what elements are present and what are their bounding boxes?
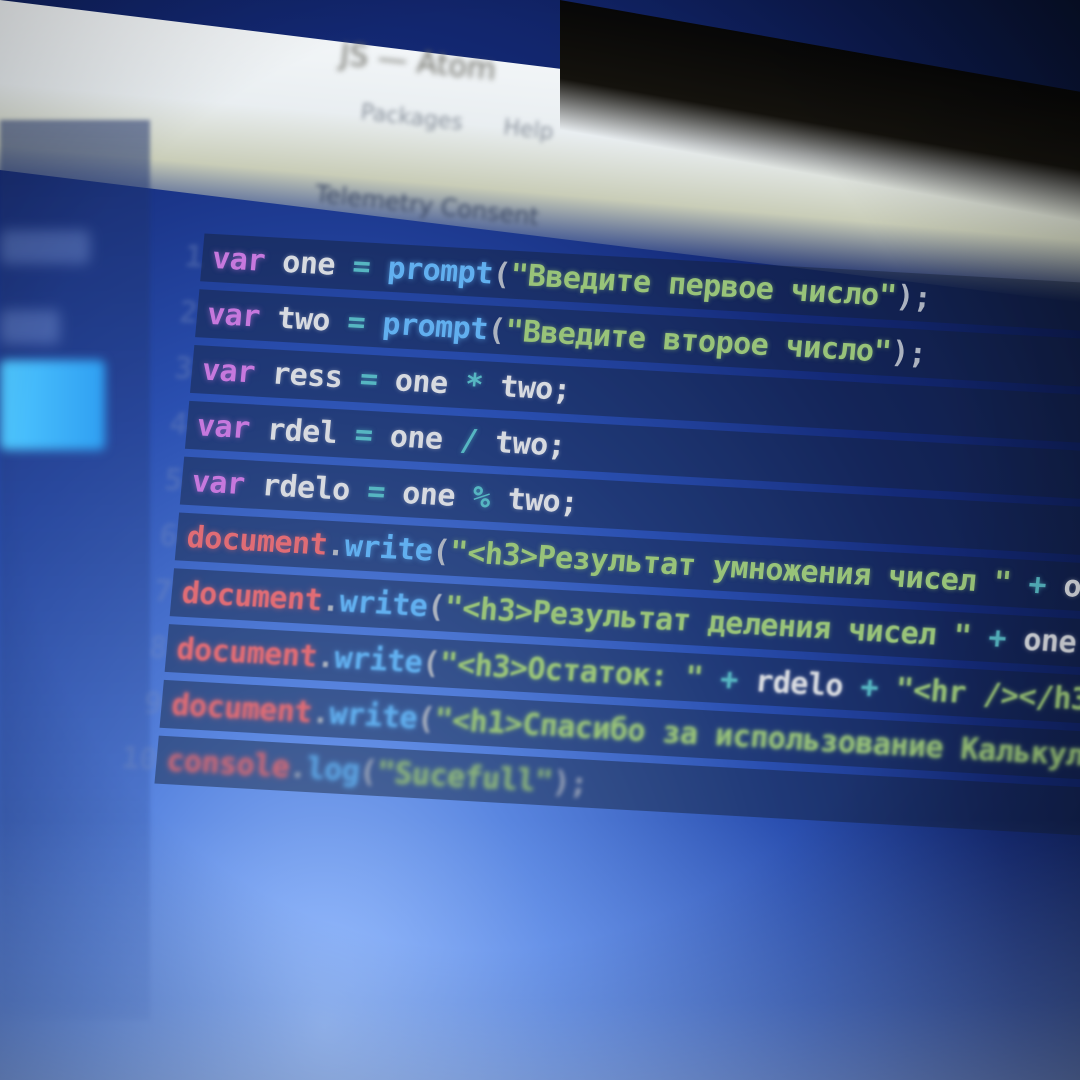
code-token: two;: [498, 368, 572, 408]
line-number: 5: [162, 462, 184, 499]
code-token: one: [1021, 622, 1078, 661]
code-token: "Sucefull": [375, 754, 554, 800]
code-token: console: [165, 742, 291, 785]
sidebar-item-selected[interactable]: [0, 360, 105, 450]
code-token: );: [894, 278, 933, 316]
code-token: one: [393, 362, 450, 401]
screen-photo: JS — Atom Packages Help Telemetry Consen…: [0, 0, 1080, 1080]
code-token: write: [343, 528, 435, 569]
code-token: two;: [506, 481, 580, 521]
code-token: document: [175, 631, 319, 674]
line-number: 10: [119, 740, 159, 778]
line-number: 9: [142, 685, 164, 722]
line-number: 8: [147, 629, 169, 666]
code-token: var: [205, 296, 262, 335]
line-number: 3: [173, 350, 194, 387]
code-text: var rdel = one / two;: [195, 408, 566, 463]
code-token: one: [280, 244, 337, 283]
code-token: var: [195, 407, 252, 446]
code-text: var ress = one * two;: [201, 352, 572, 407]
code-token: document: [170, 686, 314, 730]
code-token: );: [889, 334, 928, 372]
code-token: rdel: [265, 411, 339, 451]
code-token: two: [275, 300, 332, 339]
code-token: write: [338, 584, 429, 624]
line-number: 2: [178, 294, 199, 331]
code-token: two;: [493, 424, 567, 464]
screen-glare: [0, 820, 1080, 1080]
code-editor[interactable]: 1 var one = prompt("Введите первое число"…: [74, 225, 1080, 844]
code-token: log: [305, 750, 362, 789]
line-number: 7: [152, 573, 174, 610]
code-token: one: [388, 418, 445, 457]
code-token: document: [185, 519, 329, 563]
code-token: "<h3>Остаток: ": [438, 645, 705, 696]
sidebar-item[interactable]: [0, 230, 90, 264]
code-token: prompt: [381, 306, 490, 347]
code-token: ress: [270, 356, 345, 395]
line-number: 6: [157, 517, 179, 554]
code-token: var: [210, 240, 267, 279]
line-number: 4: [167, 406, 189, 443]
code-text: console.log("Sucefull");: [165, 743, 589, 801]
code-token: one: [1062, 568, 1080, 607]
code-token: rdelo: [753, 663, 845, 704]
code-token: prompt: [386, 250, 495, 292]
code-token: write: [327, 695, 419, 736]
code-token: rdelo: [260, 467, 352, 508]
sidebar-item[interactable]: [0, 310, 60, 344]
code-token: document: [180, 575, 324, 619]
code-token: var: [200, 352, 257, 390]
code-token: );: [550, 764, 590, 802]
code-token: one: [400, 475, 457, 514]
code-token: write: [332, 639, 424, 680]
code-token: "<hr /></h3>": [894, 671, 1080, 719]
line-number: 1: [183, 238, 204, 275]
menu-item-help[interactable]: Help: [502, 115, 554, 145]
code-token: var: [190, 463, 247, 502]
